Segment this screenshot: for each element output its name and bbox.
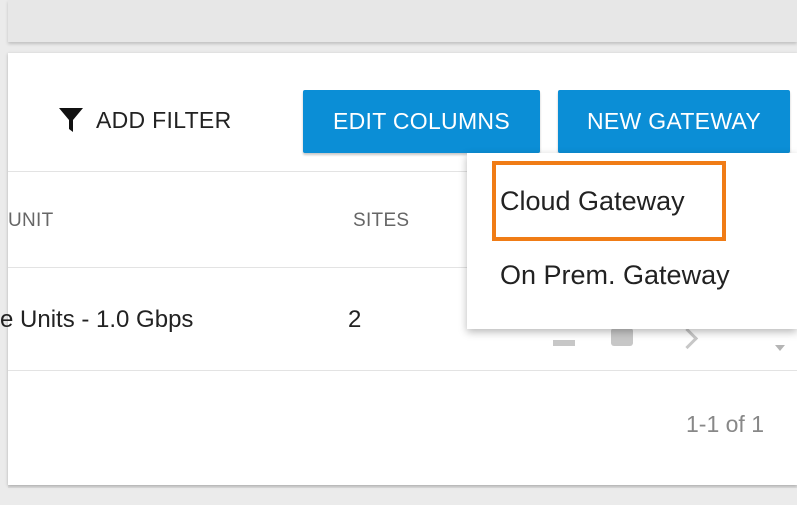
top-strip [8, 0, 797, 42]
new-gateway-button[interactable]: NEW GATEWAY [558, 90, 790, 153]
delete-icon[interactable] [611, 328, 633, 346]
cell-unit: e Units - 1.0 Gbps [0, 306, 194, 333]
column-header-unit[interactable]: UNIT [8, 210, 54, 232]
add-filter-label: ADD FILTER [96, 106, 232, 133]
cell-sites: 2 [348, 306, 362, 333]
bottom-shadow [8, 485, 797, 488]
column-header-sites[interactable]: SITES [353, 210, 409, 232]
filter-icon [58, 106, 84, 134]
menu-item-on-prem-gateway[interactable]: On Prem. Gateway [500, 260, 730, 291]
pagination-info: 1-1 of 1 [686, 411, 764, 437]
edit-columns-button[interactable]: EDIT COLUMNS [303, 90, 540, 153]
minus-icon[interactable] [553, 340, 575, 346]
menu-item-cloud-gateway[interactable]: Cloud Gateway [500, 186, 685, 217]
scroll-down-arrow-icon[interactable] [775, 345, 785, 351]
add-filter-button[interactable]: ADD FILTER [58, 90, 231, 150]
new-gateway-dropdown-menu: Cloud Gateway On Prem. Gateway [467, 153, 797, 329]
chevron-right-icon[interactable] [676, 327, 699, 350]
